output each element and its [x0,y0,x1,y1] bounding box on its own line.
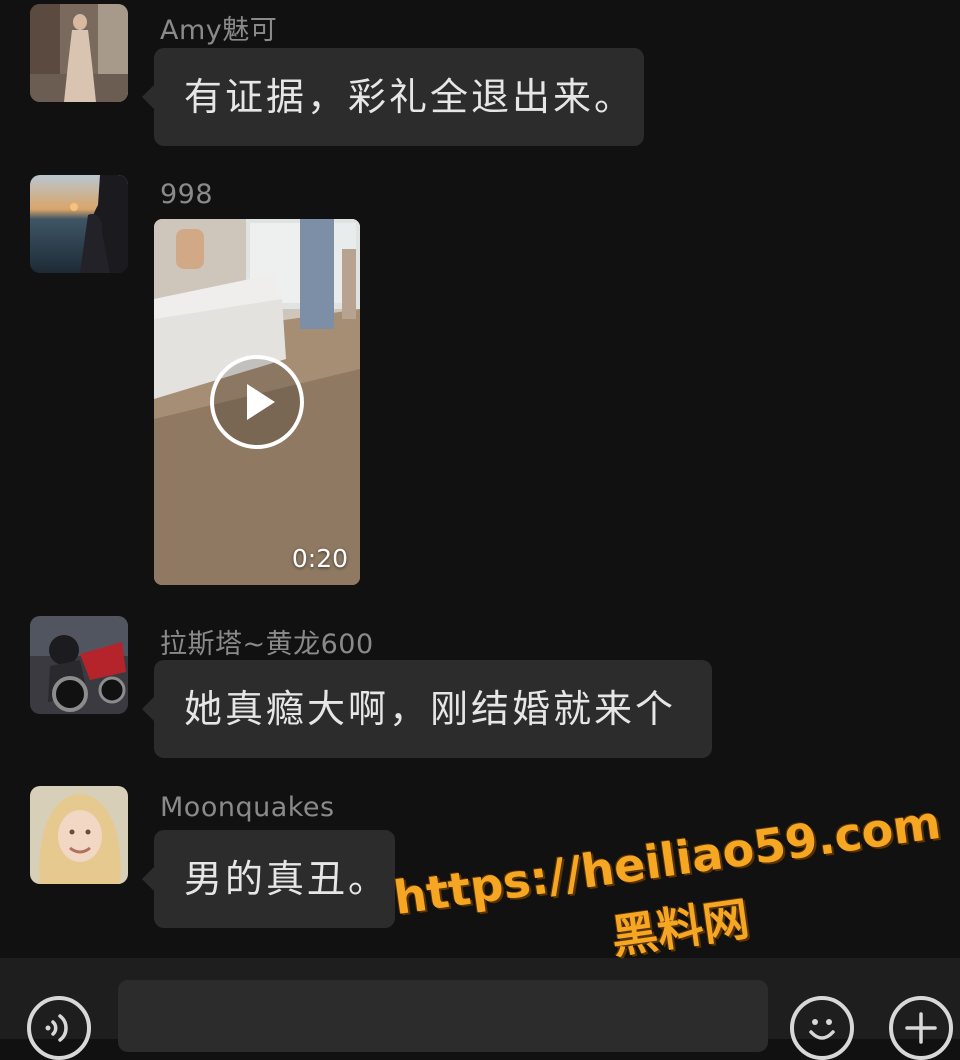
video-message[interactable]: 0:20 [154,219,360,585]
voice-button[interactable] [27,996,91,1060]
sender-name: 998 [160,179,214,210]
sender-avatar[interactable] [30,786,128,884]
play-icon[interactable] [209,354,305,450]
sender-name: Moonquakes [160,792,335,823]
voice-icon [45,1014,68,1042]
plus-icon [905,1012,937,1044]
plus-button[interactable] [889,996,953,1060]
video-duration: 0:20 [291,544,348,573]
message-bubble[interactable]: 她真瘾大啊，刚结婚就来个 [142,660,712,758]
sender-name: 拉斯塔~黄龙600 [160,629,374,660]
sender-avatar[interactable] [30,616,128,714]
message-bubble[interactable]: 男的真丑。 [142,830,395,928]
message-bubble[interactable]: 有证据，彩礼全退出来。 [142,48,644,146]
emoji-button[interactable] [790,996,854,1060]
sender-avatar[interactable] [30,175,128,273]
watermark-label: 黑料网 [608,891,753,965]
sender-avatar[interactable] [30,4,128,102]
emoji-icon [809,1019,835,1040]
sender-name: Amy魅可 [160,15,278,46]
